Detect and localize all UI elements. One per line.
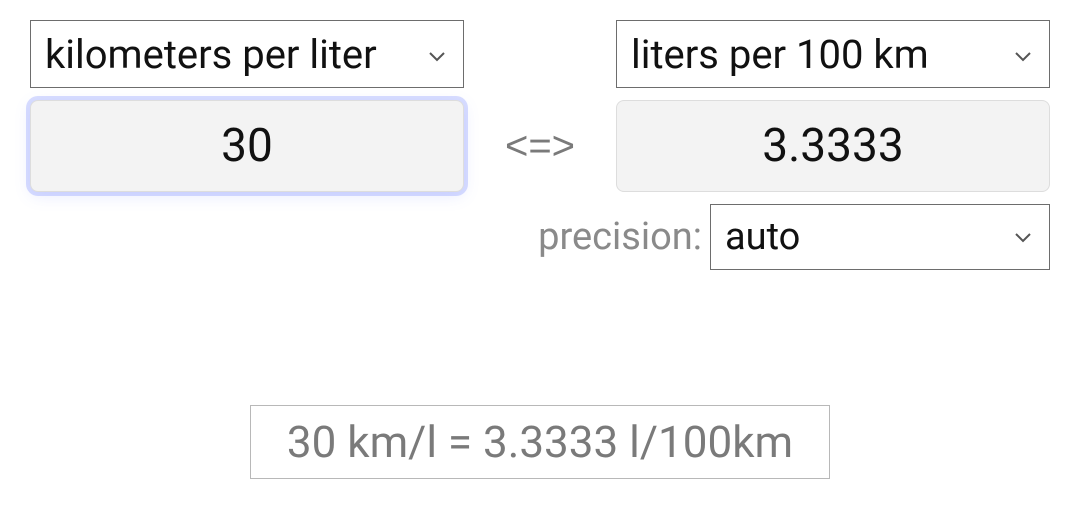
chevron-down-icon [1011, 215, 1035, 259]
left-unit-select[interactable]: kilometers per liter [30, 20, 464, 88]
right-unit-label: liters per 100 km [631, 31, 1005, 78]
right-value-input[interactable]: 3.3333 [616, 100, 1050, 192]
right-unit-wrap: liters per 100 km [616, 20, 1050, 88]
result-text: 30 km/l = 3.3333 l/100km [287, 416, 793, 468]
right-unit-select[interactable]: liters per 100 km [616, 20, 1050, 88]
chevron-down-icon [1011, 31, 1035, 78]
precision-value: auto [725, 215, 800, 259]
result-wrap: 30 km/l = 3.3333 l/100km [0, 405, 1080, 479]
left-value-wrap: 30 [30, 100, 464, 192]
result-display: 30 km/l = 3.3333 l/100km [250, 405, 830, 479]
conversion-arrow: <=> [482, 124, 598, 169]
unit-selectors-row: kilometers per liter liters per 100 km [30, 20, 1050, 88]
left-value-text: 30 [221, 119, 273, 173]
left-unit-wrap: kilometers per liter [30, 20, 464, 88]
precision-select[interactable]: auto [710, 204, 1050, 270]
left-value-input[interactable]: 30 [30, 100, 464, 192]
chevron-down-icon [425, 31, 449, 78]
right-value-text: 3.3333 [762, 119, 903, 173]
left-unit-label: kilometers per liter [45, 31, 419, 78]
right-value-wrap: 3.3333 [616, 100, 1050, 192]
values-row: 30 <=> 3.3333 [30, 100, 1050, 192]
precision-label: precision: [538, 215, 702, 259]
precision-row: precision: auto [30, 204, 1050, 270]
